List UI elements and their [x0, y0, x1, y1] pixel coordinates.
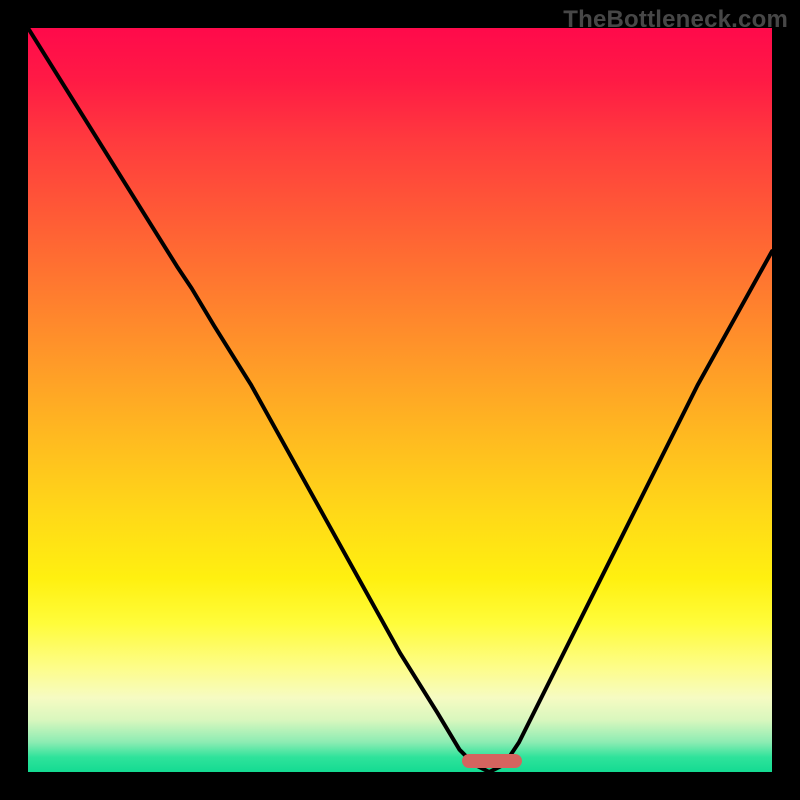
outer-frame: TheBottleneck.com — [0, 0, 800, 800]
watermark-text: TheBottleneck.com — [563, 6, 788, 34]
optimal-range-marker — [462, 754, 522, 768]
bottleneck-curve — [28, 28, 772, 772]
plot-area — [28, 28, 772, 772]
